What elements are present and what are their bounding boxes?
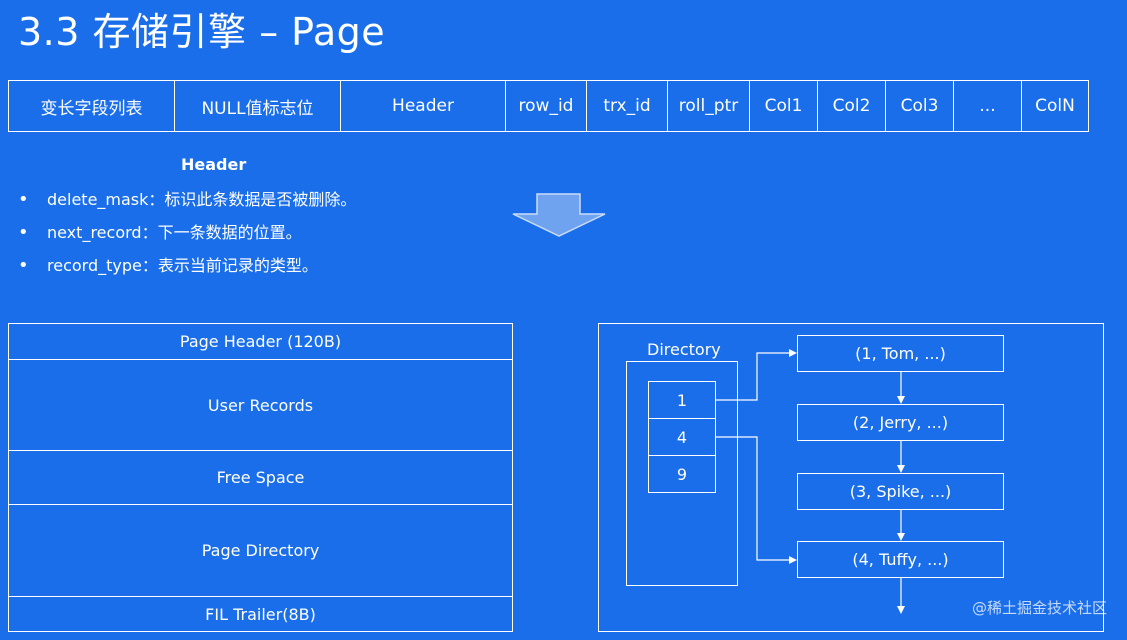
page-header-block: Page Header (120B) — [8, 323, 513, 360]
record-tom: (1, Tom, ...) — [797, 335, 1004, 372]
watermark: @稀土掘金技术社区 — [971, 599, 1107, 617]
free-space-block: Free Space — [8, 450, 513, 505]
record-jerry: (2, Jerry, ...) — [797, 404, 1004, 441]
fil-trailer-block: FIL Trailer(8B) — [8, 596, 513, 632]
down-arrow-icon — [512, 193, 606, 237]
directory-slot-1: 1 — [648, 381, 716, 419]
directory-label: Directory — [647, 340, 721, 359]
record-spike: (3, Spike, ...) — [797, 473, 1004, 510]
directory-slot-9: 9 — [648, 455, 716, 493]
page-directory-block: Page Directory — [8, 504, 513, 597]
directory-slot-4: 4 — [648, 418, 716, 456]
record-tuffy: (4, Tuffy, ...) — [797, 541, 1004, 578]
user-records-block: User Records — [8, 359, 513, 451]
